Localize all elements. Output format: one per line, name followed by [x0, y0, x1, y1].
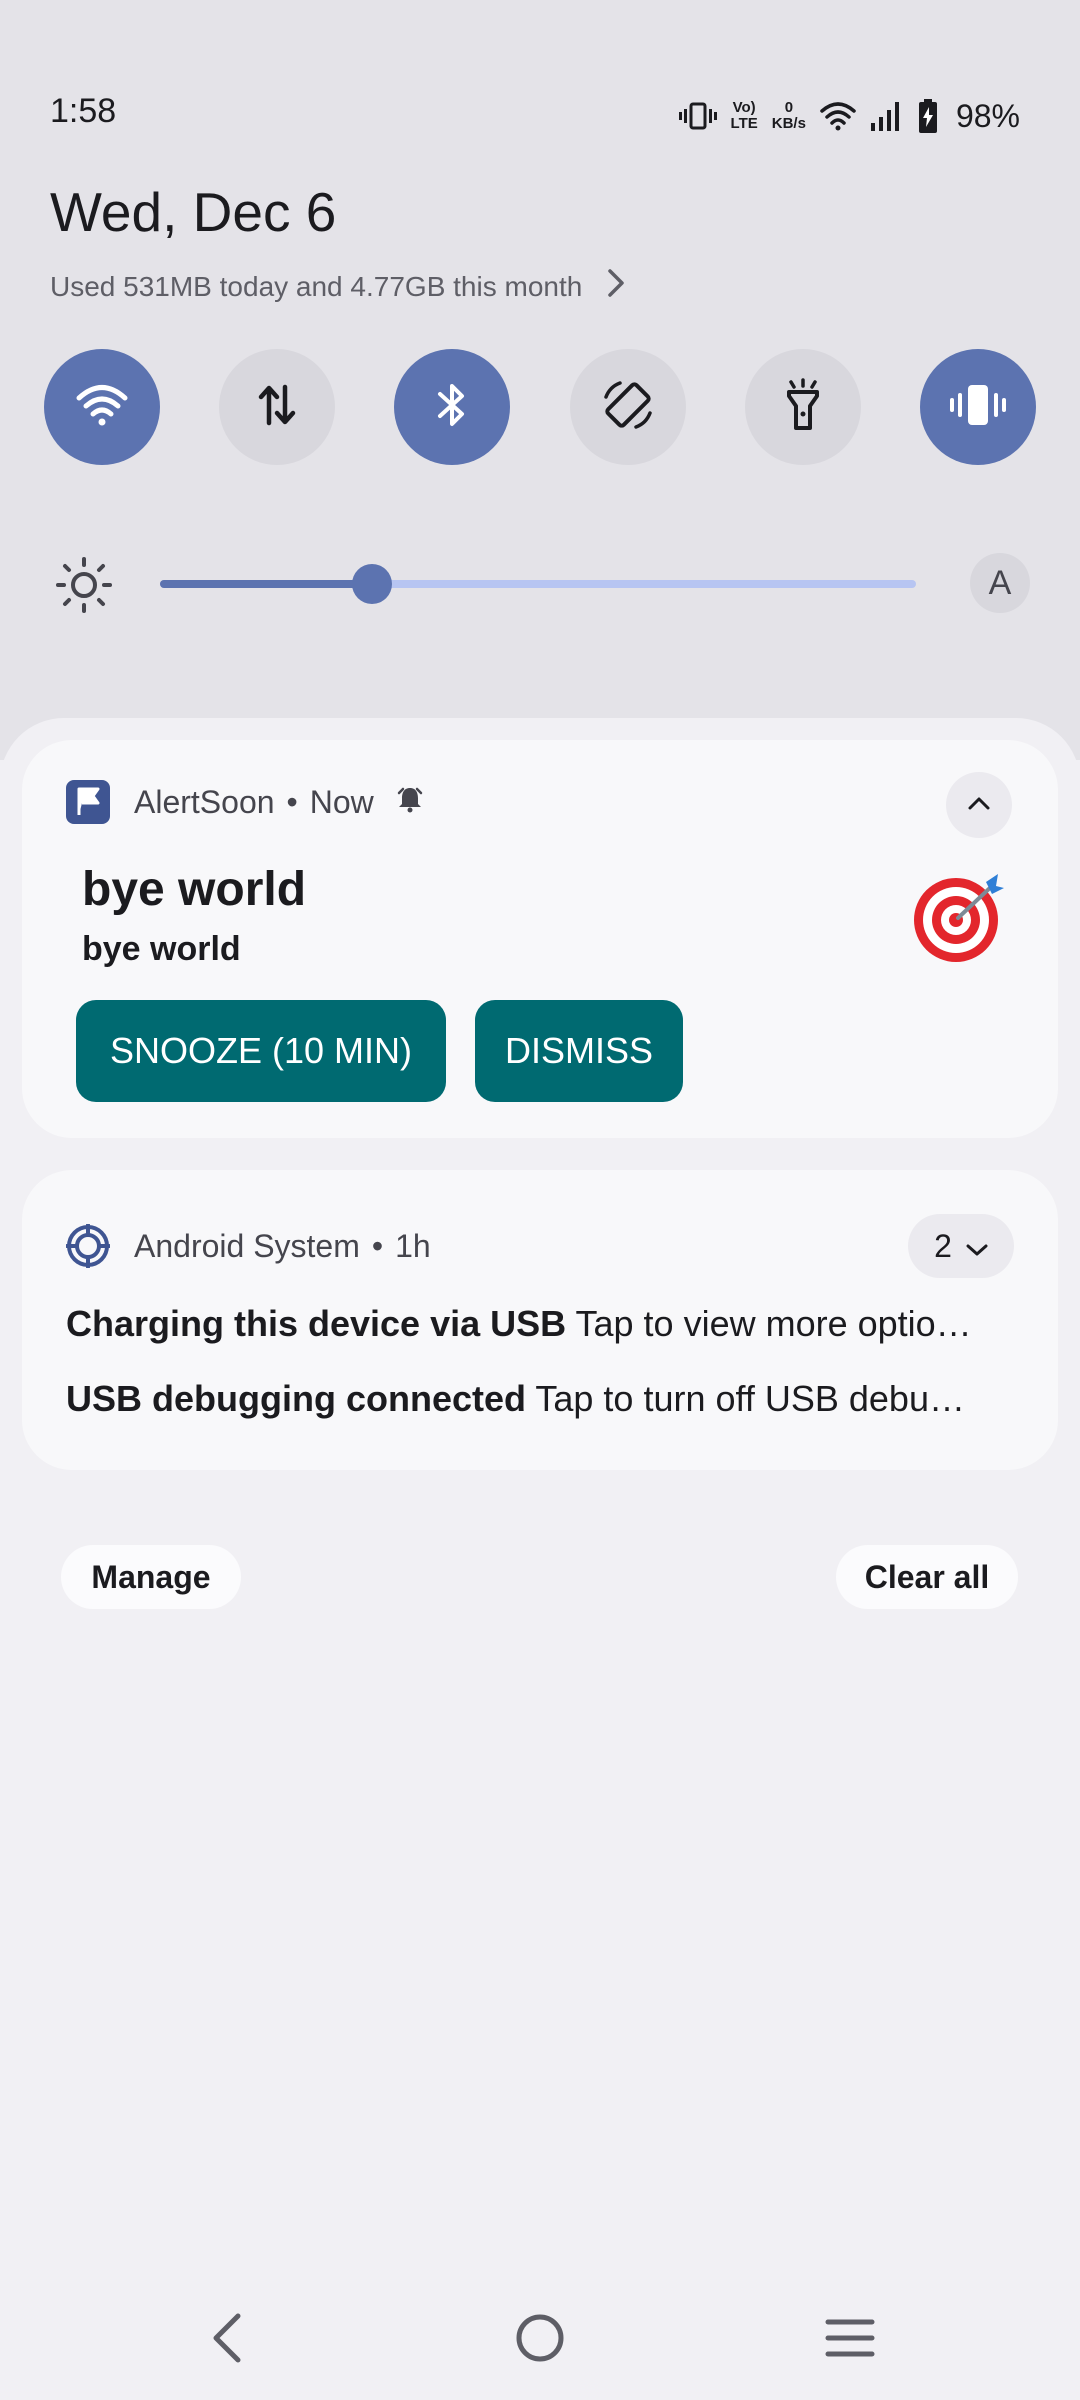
notification-line[interactable]: USB debugging connected Tap to turn off …: [66, 1378, 1026, 1420]
chevron-up-icon: [967, 795, 991, 816]
notification-android-system[interactable]: Android System • 1h 2 Charging this devi…: [22, 1170, 1058, 1470]
app-name: AlertSoon: [134, 783, 275, 820]
dismiss-button[interactable]: DISMISS: [475, 1000, 683, 1102]
notification-title: bye world: [82, 863, 307, 916]
status-icons: Vo) LTE 0 KB/s 98%: [678, 94, 1020, 138]
navigation-bar: [0, 2300, 1080, 2380]
chevron-right-icon: [606, 268, 626, 305]
chevron-down-icon: [966, 1228, 988, 1265]
notification-line-title: Charging this device via USB: [66, 1303, 567, 1344]
brightness-slider[interactable]: [160, 564, 916, 604]
battery-charging-icon: [918, 99, 938, 133]
manage-button[interactable]: Manage: [61, 1545, 241, 1609]
wifi-icon: [820, 101, 856, 131]
notification-line-title: USB debugging connected: [66, 1378, 527, 1419]
recents-button[interactable]: [810, 2300, 890, 2380]
target-icon: [912, 870, 1006, 964]
separator-dot: •: [286, 783, 298, 820]
signal-icon: [870, 101, 904, 131]
notification-line[interactable]: Charging this device via USB Tap to view…: [66, 1303, 1026, 1345]
back-icon: [208, 2312, 248, 2369]
flag-icon: [66, 780, 110, 824]
notification-text: bye world: [82, 930, 241, 968]
menu-icon: [824, 2316, 876, 2365]
notification-alertsoon[interactable]: AlertSoon • Now bye world bye world SNOO…: [22, 740, 1058, 1138]
notification-time: 1h: [395, 1227, 431, 1264]
auto-rotate-icon: [600, 377, 656, 438]
brightness-slider-thumb[interactable]: [352, 564, 392, 604]
vibrate-icon: [948, 383, 1008, 432]
notification-header: AlertSoon • Now: [66, 780, 424, 824]
quick-settings-row: [44, 349, 1036, 465]
wifi-tile[interactable]: [44, 349, 160, 465]
data-usage-text: Used 531MB today and 4.77GB this month: [50, 270, 583, 302]
notification-time: Now: [309, 783, 374, 820]
notification-line-text: Tap to view more optio…: [575, 1303, 972, 1344]
notification-line-text: Tap to turn off USB debu…: [535, 1378, 965, 1419]
auto-rotate-tile[interactable]: [569, 349, 686, 465]
expand-count-button[interactable]: 2: [908, 1214, 1014, 1278]
auto-brightness-button[interactable]: A: [970, 553, 1030, 613]
flashlight-tile[interactable]: [744, 349, 861, 465]
vibrate-icon: [678, 101, 717, 131]
data-usage-row[interactable]: Used 531MB today and 4.77GB this month: [50, 268, 626, 305]
battery-percentage: 98%: [955, 97, 1020, 134]
notification-header: Android System • 1h: [66, 1224, 431, 1268]
home-button[interactable]: [500, 2300, 580, 2380]
bluetooth-tile[interactable]: [394, 349, 511, 465]
status-time: 1:58: [50, 92, 117, 130]
snooze-button[interactable]: SNOOZE (10 MIN): [76, 1000, 446, 1102]
volte-top: Vo): [732, 99, 756, 116]
wifi-icon: [76, 383, 128, 432]
mobile-data-icon: [257, 383, 297, 432]
date: Wed, Dec 6: [50, 181, 337, 243]
app-name: Android System: [134, 1227, 360, 1264]
back-button[interactable]: [188, 2300, 268, 2380]
brightness-icon: [56, 557, 112, 618]
brightness-row: A: [56, 552, 1030, 618]
flashlight-icon: [783, 377, 823, 437]
clear-all-button[interactable]: Clear all: [836, 1545, 1018, 1609]
volte-icon: Vo) LTE: [731, 100, 758, 132]
android-system-gear-icon: [66, 1224, 110, 1268]
collapse-button[interactable]: [946, 772, 1012, 838]
vibrate-tile[interactable]: [919, 349, 1036, 465]
home-icon: [514, 2312, 566, 2369]
separator-dot: •: [371, 1227, 384, 1264]
network-speed: 0 KB/s: [772, 100, 806, 132]
network-speed-value: 0: [784, 99, 794, 116]
alarm-bell-icon: [396, 784, 424, 821]
mobile-data-tile[interactable]: [219, 349, 336, 465]
notification-count: 2: [934, 1227, 952, 1264]
network-speed-unit: KB/s: [771, 115, 806, 132]
brightness-slider-fill: [160, 580, 372, 588]
bluetooth-icon: [434, 380, 470, 435]
volte-bottom: LTE: [730, 115, 758, 132]
